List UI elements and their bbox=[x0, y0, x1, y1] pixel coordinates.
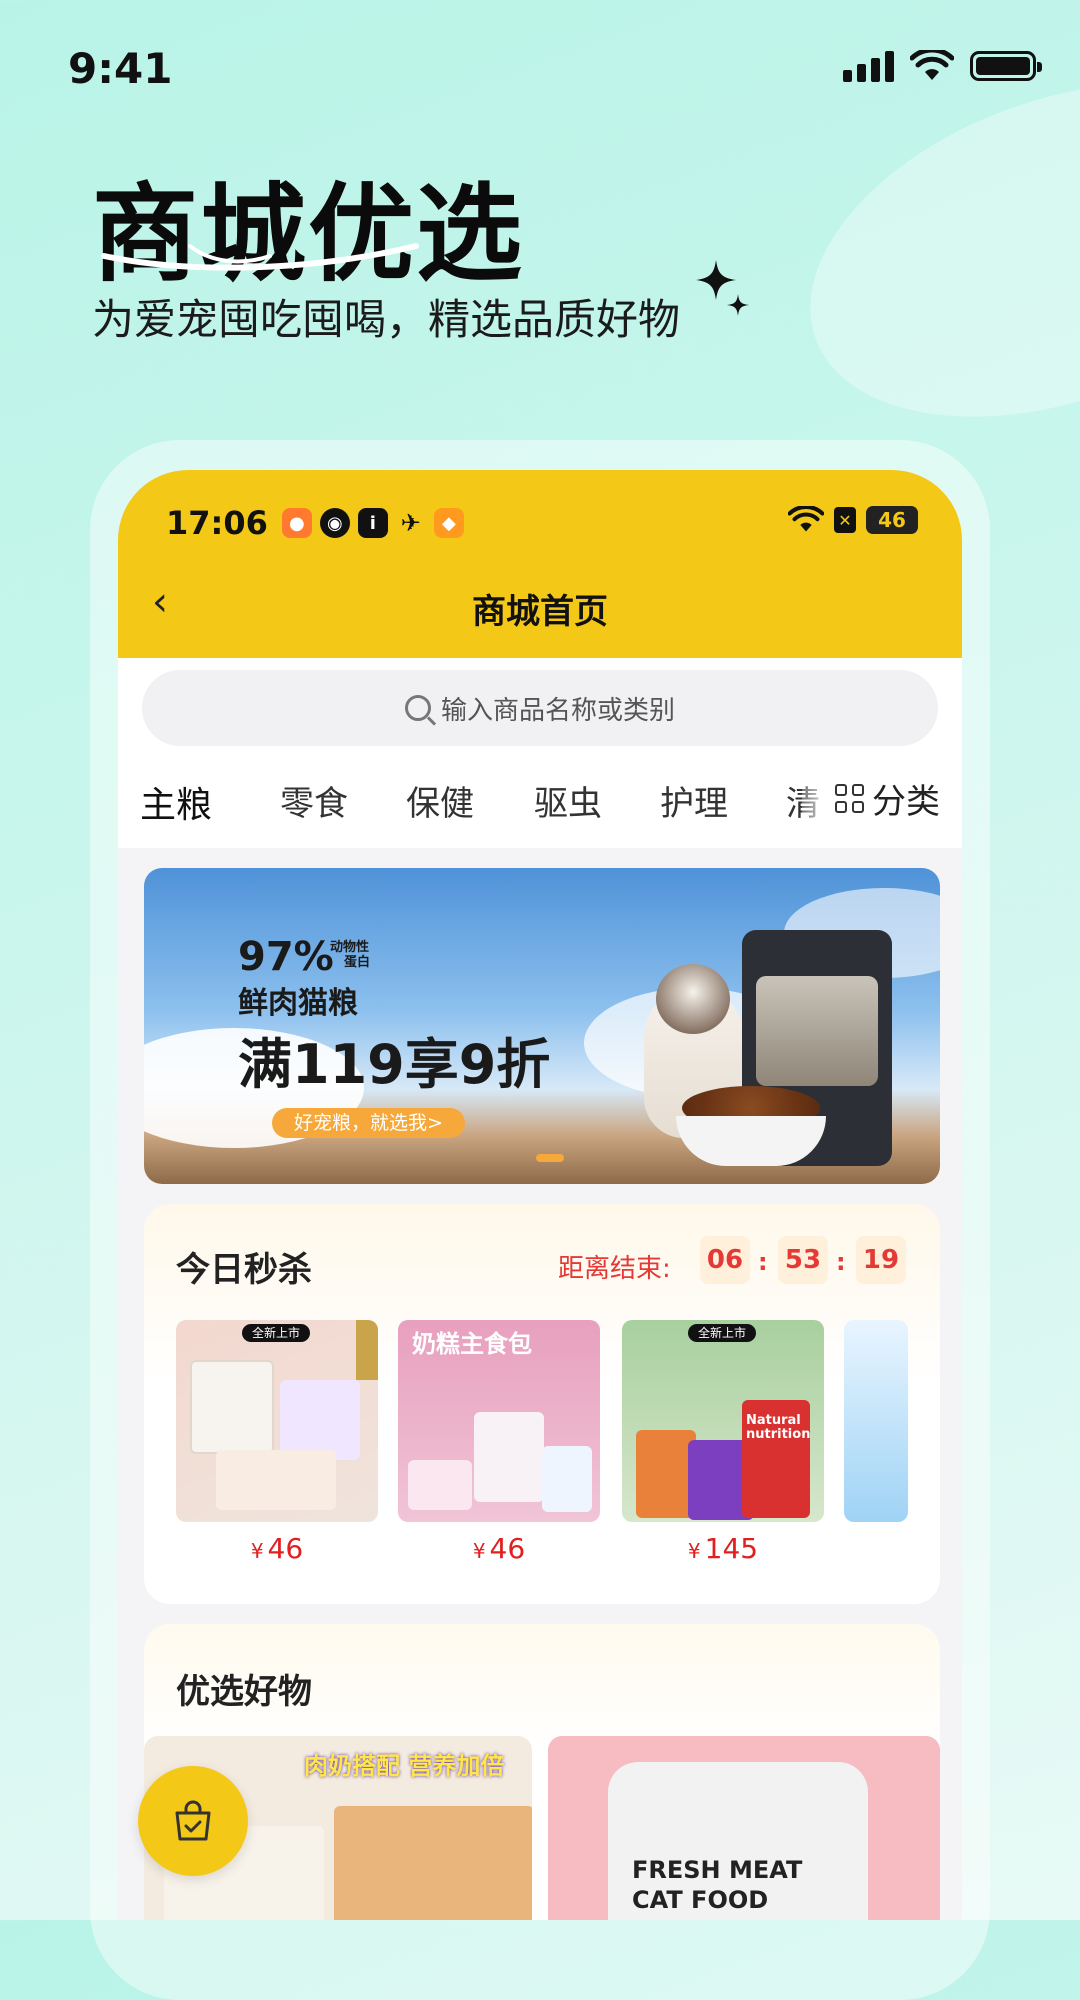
os-time: 9:41 bbox=[68, 44, 173, 93]
search-placeholder: 输入商品名称或类别 bbox=[440, 695, 675, 726]
product-bag bbox=[636, 1430, 696, 1518]
location-icon: ◉ bbox=[319, 508, 350, 538]
app-wifi-icon bbox=[788, 506, 824, 532]
product-box bbox=[216, 1450, 336, 1510]
currency-symbol: ¥ bbox=[472, 1539, 486, 1563]
banner-product-name: 鲜肉猫粮 bbox=[238, 986, 358, 1021]
new-arrival-tag: 全新上市 bbox=[242, 1324, 311, 1342]
featured-card-text-1: FRESH MEAT bbox=[632, 1856, 803, 1884]
banner-note-2: 蛋白 bbox=[344, 955, 371, 970]
product-pro-tag bbox=[356, 1320, 378, 1380]
featured-section: 优选好物 肉奶搭配 营养加倍 FRESH MEAT CAT FOOD bbox=[144, 1624, 940, 1920]
app-status-right: ✕ 46 bbox=[788, 506, 918, 534]
cat-head-image bbox=[656, 964, 730, 1034]
all-categories-button[interactable]: 分类 bbox=[835, 774, 940, 823]
countdown-colon: : bbox=[758, 1248, 768, 1276]
app-notification-icon: ● bbox=[281, 508, 312, 538]
price-value: 145 bbox=[704, 1532, 759, 1565]
featured-title: 优选好物 bbox=[176, 1672, 312, 1712]
banner-percent-note: 动物性 蛋白 bbox=[330, 940, 370, 970]
product-card[interactable]: 奶糕主食包 bbox=[398, 1320, 600, 1522]
shopping-bag-button[interactable] bbox=[138, 1766, 248, 1876]
tab-health[interactable]: 保健 bbox=[406, 776, 474, 825]
featured-card-text: 肉奶搭配 营养加倍 bbox=[304, 1752, 505, 1780]
os-status-bar: 9:41 bbox=[0, 0, 1080, 135]
hero-underline-decoration bbox=[101, 243, 419, 271]
product-box bbox=[408, 1460, 472, 1510]
new-arrival-tag: 全新上市 bbox=[688, 1324, 757, 1342]
grid-icon bbox=[835, 784, 864, 813]
product-box bbox=[474, 1412, 544, 1502]
search-input[interactable]: 输入商品名称或类别 bbox=[142, 670, 938, 746]
currency-symbol: ¥ bbox=[687, 1539, 701, 1563]
featured-card[interactable]: FRESH MEAT CAT FOOD bbox=[548, 1736, 940, 1920]
featured-card-text-2: CAT FOOD bbox=[632, 1886, 769, 1914]
hero-subtitle: 为爱宠囤吃囤喝，精选品质好物 bbox=[92, 295, 681, 344]
product-card[interactable] bbox=[844, 1320, 908, 1522]
countdown-minutes: 53 bbox=[778, 1236, 828, 1284]
plane-icon: ✈ bbox=[400, 509, 421, 537]
wifi-icon bbox=[910, 50, 954, 80]
banner-cta-button[interactable]: 好宠粮，就选我> bbox=[272, 1108, 465, 1138]
product-card[interactable]: Natural nutrition 全新上市 bbox=[622, 1320, 824, 1522]
product-price: ¥46 bbox=[176, 1532, 378, 1565]
countdown-seconds: 19 bbox=[856, 1236, 906, 1284]
info-icon: i bbox=[357, 508, 388, 538]
battery-icon bbox=[970, 51, 1042, 81]
app-battery-icon: 46 bbox=[866, 506, 918, 534]
hero-title: 商城优选 bbox=[92, 173, 524, 296]
product-box bbox=[542, 1446, 592, 1512]
product-box bbox=[190, 1360, 274, 1454]
no-sim-icon: ✕ bbox=[834, 507, 856, 533]
product-image-title: Natural nutrition bbox=[746, 1413, 811, 1442]
flash-sale-section: 今日秒杀 距离结束: 06 : 53 : 19 全新上市 ¥46 奶糕主食包 ¥… bbox=[144, 1204, 940, 1604]
food-bag-label bbox=[756, 976, 878, 1086]
product-box bbox=[334, 1806, 532, 1920]
banner-percent: 97% bbox=[238, 934, 334, 980]
price-value: 46 bbox=[489, 1532, 526, 1565]
tab-snacks[interactable]: 零食 bbox=[280, 776, 348, 825]
product-price: ¥46 bbox=[398, 1532, 600, 1565]
tab-deworming[interactable]: 驱虫 bbox=[534, 776, 602, 825]
countdown-label: 距离结束: bbox=[558, 1254, 671, 1284]
app-header: 17:06 ● ◉ i ✈ ◆ ✕ 46 ‹ 商城首页 bbox=[118, 470, 962, 658]
banner-note-1: 动物性 bbox=[330, 940, 370, 955]
category-tabs: 主粮 零食 保健 驱虫 护理 清 分类 bbox=[118, 758, 962, 838]
tab-care[interactable]: 护理 bbox=[660, 776, 728, 825]
search-icon bbox=[404, 695, 431, 721]
price-value: 46 bbox=[267, 1532, 304, 1565]
shopping-bag-icon bbox=[175, 1800, 211, 1841]
app-status-time: 17:06 bbox=[166, 504, 268, 542]
tab-staple-food[interactable]: 主粮 bbox=[140, 776, 212, 828]
countdown-hours: 06 bbox=[700, 1236, 750, 1284]
app-screen: 17:06 ● ◉ i ✈ ◆ ✕ 46 ‹ 商城首页 输入商品名称或类别 主粮… bbox=[118, 470, 962, 1920]
all-categories-label: 分类 bbox=[872, 782, 940, 822]
product-card[interactable]: 全新上市 bbox=[176, 1320, 378, 1522]
os-status-icons bbox=[843, 50, 1042, 82]
promo-banner[interactable]: 97% 动物性 蛋白 鲜肉猫粮 满119享9折 好宠粮，就选我> bbox=[144, 868, 940, 1184]
currency-symbol: ¥ bbox=[250, 1539, 264, 1563]
flash-sale-title: 今日秒杀 bbox=[176, 1250, 312, 1290]
product-price: ¥145 bbox=[622, 1532, 824, 1565]
cellular-signal-icon bbox=[843, 50, 894, 82]
product-box bbox=[280, 1380, 360, 1460]
page-title: 商城首页 bbox=[472, 592, 608, 632]
carousel-indicator bbox=[536, 1154, 564, 1162]
diamond-app-icon: ◆ bbox=[433, 508, 464, 538]
sparkle-icon bbox=[696, 260, 749, 316]
search-section: 输入商品名称或类别 主粮 零食 保健 驱虫 护理 清 分类 bbox=[118, 658, 962, 848]
countdown-colon: : bbox=[836, 1248, 846, 1276]
app-status-bar: 17:06 ● ◉ i ✈ ◆ bbox=[166, 504, 464, 542]
product-image-title: 奶糕主食包 bbox=[412, 1330, 532, 1358]
banner-discount: 满119享9折 bbox=[238, 1033, 551, 1096]
